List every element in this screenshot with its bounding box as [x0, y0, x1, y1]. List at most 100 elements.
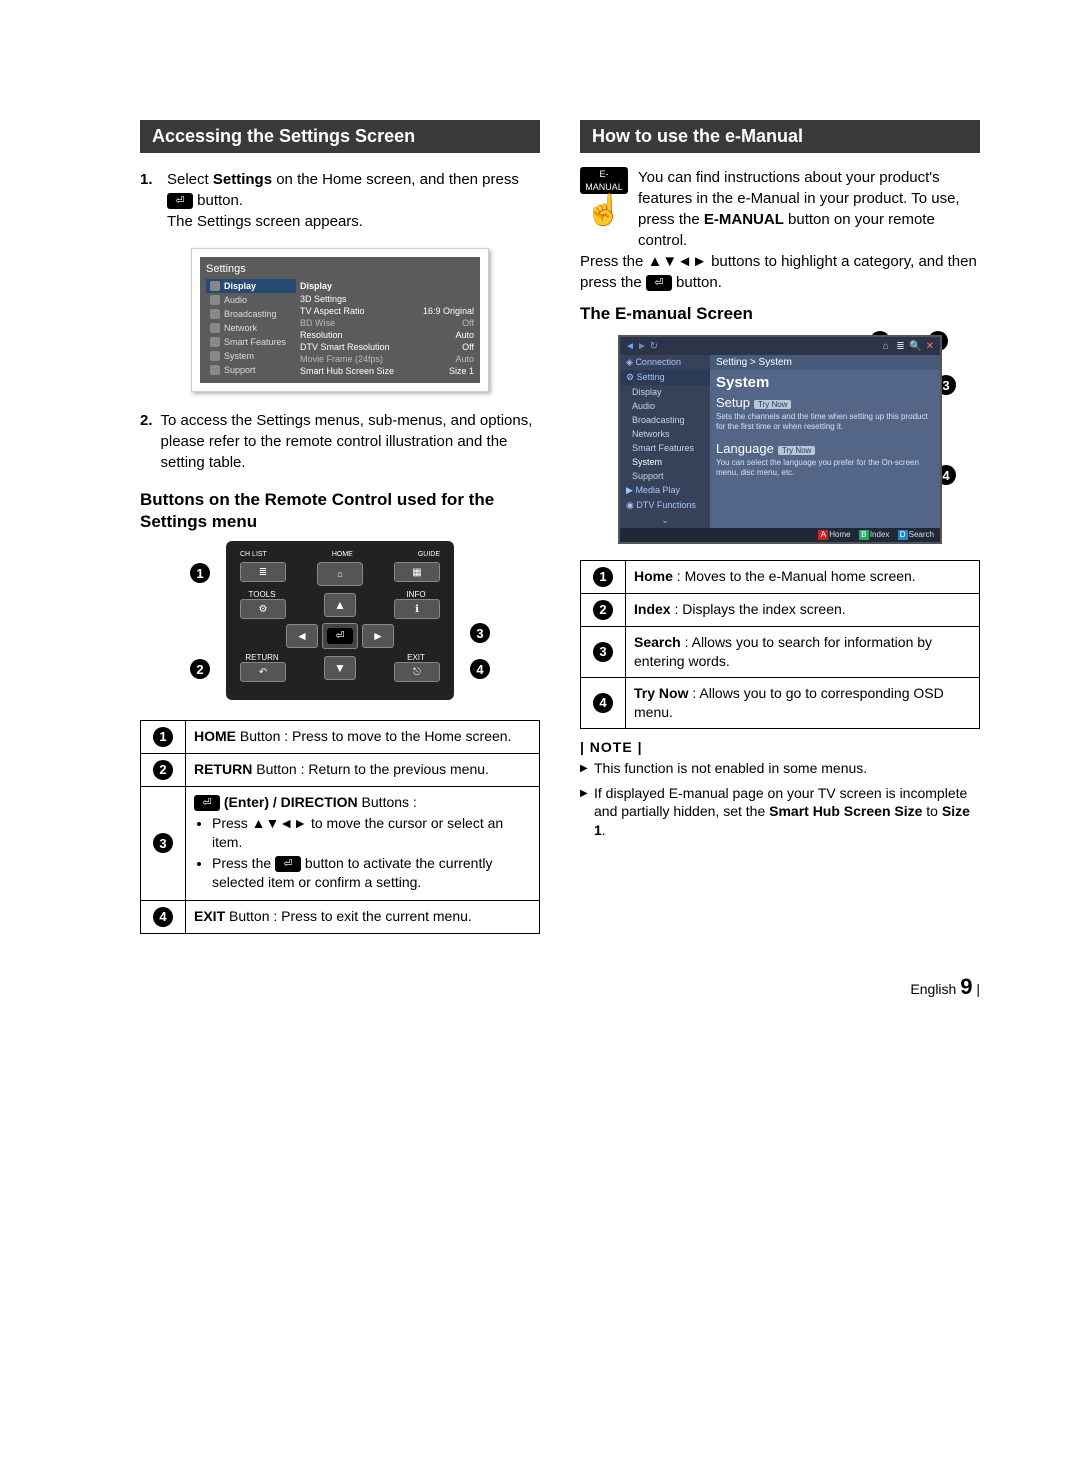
badge-2: 2: [153, 760, 173, 780]
remote-diagram: CH LIST HOME GUIDE ≣ ⌂ ▦ TOOLS⚙ ▲ INFOℹ …: [226, 541, 454, 700]
chevron-down-icon: ⌄: [620, 513, 710, 528]
system-icon: [210, 351, 220, 361]
row-v: Auto: [455, 330, 474, 340]
desc: You can select the language you prefer f…: [716, 458, 934, 477]
text: Button : Press to move to the Home scree…: [236, 728, 511, 744]
row-v: 16:9 Original: [423, 306, 474, 316]
broadcast-icon: [210, 309, 220, 319]
row-v: Auto: [455, 354, 474, 364]
exit-button: ⎋: [394, 662, 440, 682]
text: on the Home screen, and then press: [272, 171, 519, 188]
home-icon: ⌂: [880, 341, 892, 352]
page-footer: English 9 |: [140, 974, 980, 1000]
bold: EXIT: [194, 908, 225, 924]
bold: Smart Hub Screen Size: [769, 803, 922, 819]
desc: Sets the channels and the time when sett…: [716, 412, 934, 431]
guide-label: GUIDE: [418, 551, 440, 558]
text: button.: [672, 274, 722, 291]
enter-button: ⏎: [322, 623, 358, 649]
close-icon: ✕: [924, 341, 936, 352]
right-button: ►: [362, 624, 394, 648]
page-number: 9: [960, 974, 972, 999]
back-icon: ◄: [624, 341, 636, 352]
emanual-screenshot: ◄►↻ ⌂ ≣ 🔍 ✕ ◈ Connection ⚙ Setting Displ…: [618, 335, 942, 544]
row-v: Off: [462, 318, 474, 328]
note-heading: | NOTE |: [580, 739, 980, 755]
search-icon: 🔍: [909, 341, 921, 352]
callout-2: 2: [190, 659, 210, 679]
enter-icon: ⏎: [194, 795, 220, 811]
note-item: This function is not enabled in some men…: [580, 759, 980, 778]
text: to: [922, 803, 941, 819]
cat: Setting: [637, 372, 665, 382]
option: Language: [716, 441, 774, 456]
settings-main: Display 3D Settings TV Aspect Ratio16:9 …: [300, 279, 474, 377]
row-k: DTV Smart Resolution: [300, 342, 390, 352]
home-label: HOME: [332, 551, 353, 558]
bold: (Enter) / DIRECTION: [220, 794, 358, 810]
settings-screenshot: Settings Display Audio Broadcasting Netw…: [191, 248, 489, 392]
hand-icon: ☝: [580, 190, 628, 232]
text: Buttons :: [358, 794, 417, 810]
chlist-button: ≣: [240, 562, 286, 582]
row-k: Smart Hub Screen Size: [300, 366, 394, 376]
audio-icon: [210, 295, 220, 305]
red-key-icon: A: [818, 530, 828, 540]
badge-1: 1: [153, 727, 173, 747]
bold: Index: [634, 601, 671, 617]
try-now-badge: Try Now: [754, 400, 791, 409]
row-k: Resolution: [300, 330, 343, 340]
text: .: [602, 822, 606, 838]
callout-3: 3: [470, 623, 490, 643]
cat: Connection: [635, 357, 681, 367]
smart-icon: [210, 337, 220, 347]
row-v: Size 1: [449, 366, 474, 376]
emanual-table: 1 Home : Moves to the e-Manual home scre…: [580, 560, 980, 729]
sub: Audio: [620, 399, 710, 413]
enter-icon: ⏎: [275, 856, 301, 872]
bullet: Press the ⏎ button to activate the curre…: [212, 854, 531, 892]
sidebar-item: Display: [224, 281, 256, 291]
text: To access the Settings menus, sub-menus,…: [161, 410, 540, 473]
return-button: ↶: [240, 662, 286, 682]
text: Select: [167, 171, 213, 188]
section-title-right: How to use the e-Manual: [580, 120, 980, 153]
cat: DTV Functions: [636, 500, 696, 510]
dtv-icon: ◉: [626, 500, 634, 510]
bold: Try Now: [634, 685, 688, 701]
note-item: If displayed E-manual page on your TV sc…: [580, 784, 980, 841]
cat: Media Play: [635, 485, 680, 495]
text: : Moves to the e-Manual home screen.: [673, 568, 916, 584]
text: button.: [193, 192, 243, 209]
row-k: 3D Settings: [300, 294, 347, 304]
settings-title: Settings: [206, 263, 474, 275]
sub: Support: [620, 469, 710, 483]
sidebar-item: Broadcasting: [224, 309, 277, 319]
text: Button : Press to exit the current menu.: [225, 908, 472, 924]
row-k: Movie Frame (24fps): [300, 354, 383, 364]
guide-button: ▦: [394, 562, 440, 582]
page-title: System: [716, 374, 934, 391]
bold: RETURN: [194, 761, 252, 777]
sub: Display: [620, 385, 710, 399]
emanual-sub-heading: The E-manual Screen: [580, 303, 980, 325]
bold: HOME: [194, 728, 236, 744]
fwd-icon: ►: [636, 341, 648, 352]
sidebar-item: Network: [224, 323, 257, 333]
refresh-icon: ↻: [648, 341, 660, 352]
index-icon: ≣: [894, 341, 906, 352]
remote-buttons-table: 1 HOME Button : Press to move to the Hom…: [140, 720, 540, 933]
badge-1: 1: [593, 567, 613, 587]
bold: Search: [634, 634, 681, 650]
foot-label: Index: [870, 530, 890, 539]
badge-2: 2: [593, 600, 613, 620]
home-button: ⌂: [317, 562, 363, 586]
row-v: Off: [462, 342, 474, 352]
option: Setup: [716, 395, 750, 410]
enter-icon: ⏎: [167, 193, 193, 209]
enter-icon: ⏎: [327, 628, 353, 644]
enter-icon: ⏎: [646, 275, 672, 291]
callout-1: 1: [190, 563, 210, 583]
down-button: ▼: [324, 656, 356, 680]
bold: E-MANUAL: [704, 211, 784, 228]
